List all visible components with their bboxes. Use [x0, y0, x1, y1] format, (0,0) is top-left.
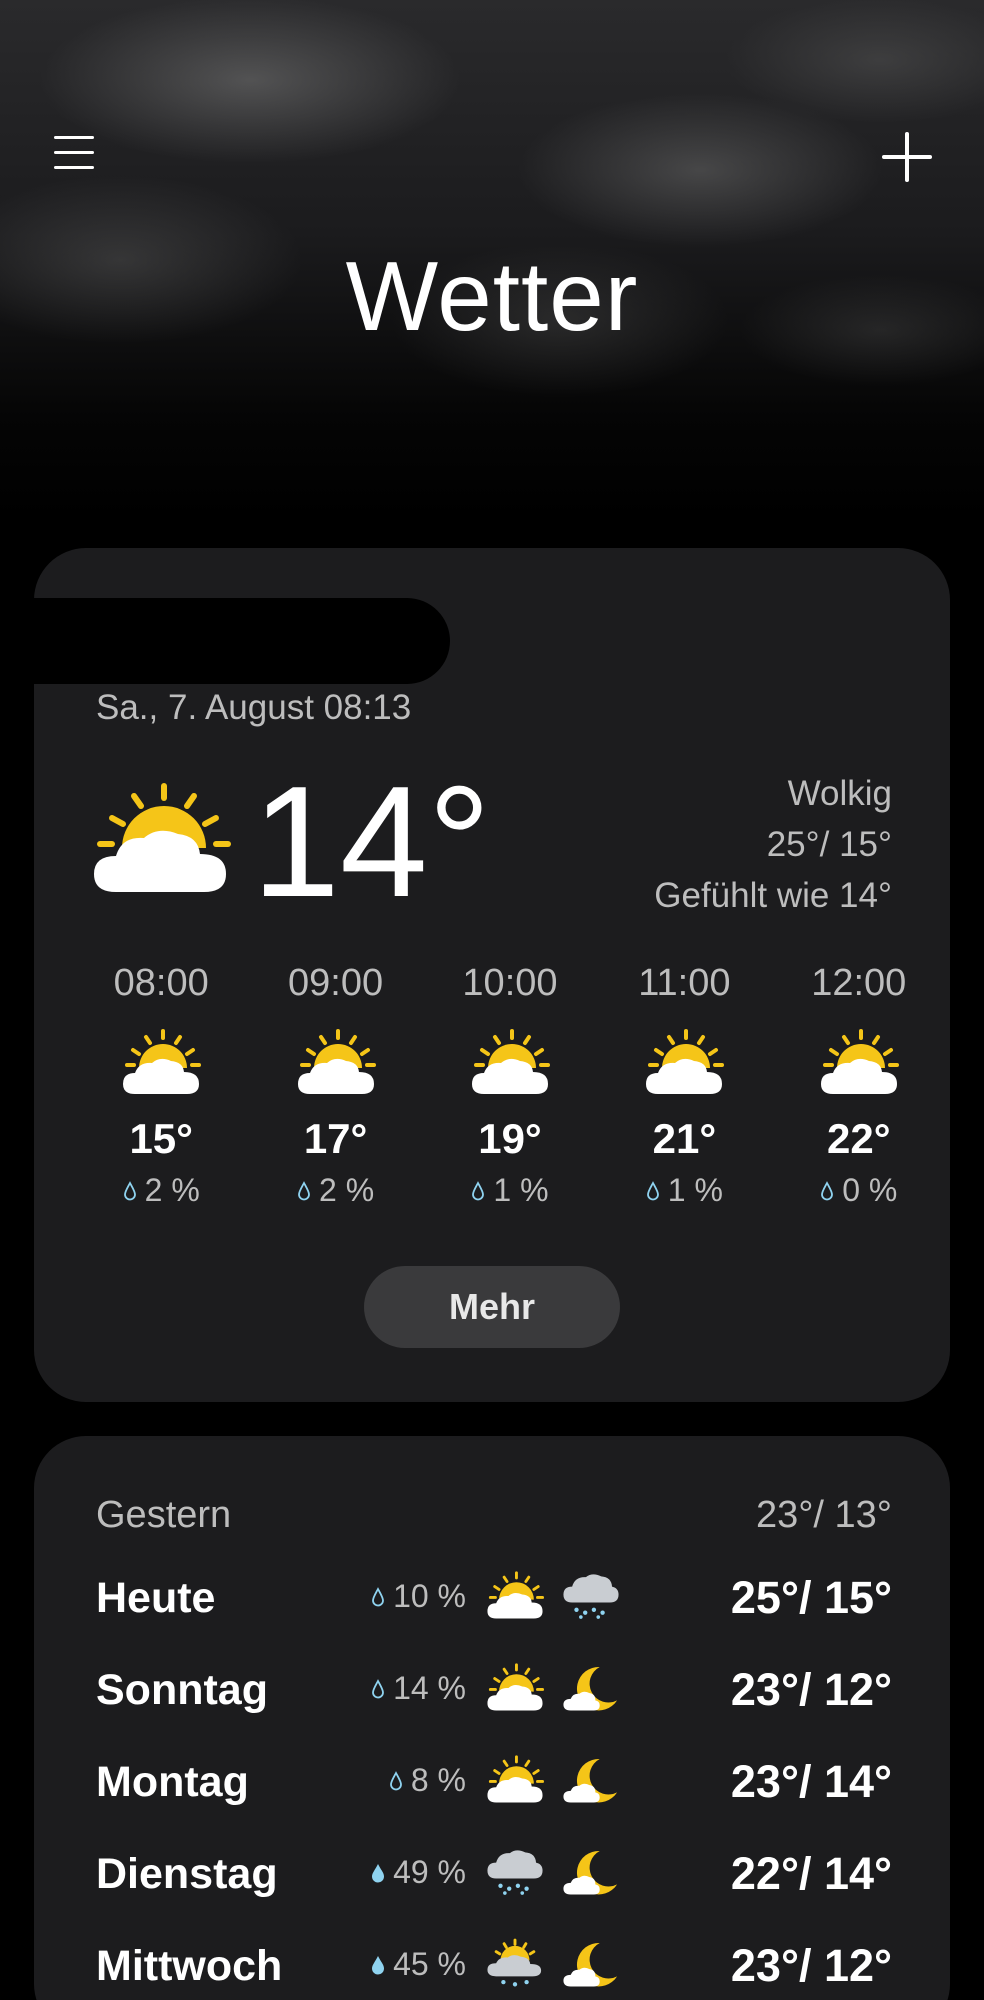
partly-sunny-icon: [121, 1028, 202, 1098]
hourly-forecast[interactable]: 08:00 15° 2 % 09:00 17° 2 % 10:00 19° 1 …: [74, 960, 946, 1209]
hour-time: 12:00: [811, 962, 907, 1004]
rain-cloud-icon: [562, 1570, 620, 1622]
precip-value: 49 %: [393, 1854, 466, 1890]
precip-value: 2 %: [144, 1172, 200, 1208]
partly-sunny-icon: [470, 1028, 550, 1098]
hour-temperature: 22°: [827, 1115, 891, 1162]
hour-temperature: 17°: [303, 1115, 368, 1162]
day-precipitation: 10 %: [371, 1578, 466, 1615]
partly-sunny-icon: [486, 1570, 544, 1622]
day-temperature-range: 25°/ 15°: [730, 1572, 892, 1623]
day-row[interactable]: Montag 8 % 23°/ 14°: [96, 1750, 892, 1820]
partly-sunny-icon: [296, 1028, 376, 1098]
hour-precipitation: 1 %: [471, 1172, 549, 1209]
yesterday-row: Gestern 23°/ 13°: [96, 1494, 892, 1537]
day-temperature-range: 23°/ 12°: [730, 1940, 892, 1991]
raindrop-icon: [371, 1578, 385, 1615]
day-precipitation: 14 %: [371, 1670, 466, 1707]
hourly-item: 12:00 22° 0 %: [772, 960, 946, 1209]
hour-precipitation: 1 %: [646, 1172, 723, 1209]
hour-temperature: 19°: [478, 1115, 542, 1162]
redacted-location: [34, 598, 450, 684]
day-precipitation: 49 %: [371, 1854, 466, 1891]
add-location-plus-icon[interactable]: [880, 130, 934, 184]
condition-block: Wolkig 25°/ 15° Gefühlt wie 14°: [654, 768, 892, 921]
day-row[interactable]: Dienstag 49 % 22°/ 14°: [96, 1842, 892, 1912]
yesterday-label: Gestern: [96, 1494, 232, 1536]
high-low-text: 25°/ 15°: [766, 825, 892, 864]
precip-value: 14 %: [393, 1670, 466, 1706]
partly-sunny-icon: [486, 1754, 544, 1806]
hour-time: 08:00: [113, 962, 209, 1004]
moon-cloud-icon: [562, 1938, 620, 1990]
partly-sunny-icon: [819, 1028, 899, 1098]
day-row[interactable]: Mittwoch 45 % 23°/ 12°: [96, 1934, 892, 2000]
day-row[interactable]: Sonntag 14 % 23°/ 12°: [96, 1658, 892, 1728]
day-name: Heute: [96, 1574, 216, 1622]
daily-forecast-card[interactable]: Gestern 23°/ 13° Heute 10 % 25°/ 15° Son…: [34, 1436, 950, 2000]
hour-time: 10:00: [462, 962, 558, 1004]
day-name: Dienstag: [96, 1850, 278, 1898]
current-weather-card[interactable]: Sa., 7. August 08:13 14° Wolkig 25°/ 15°…: [34, 548, 950, 1402]
rain-cloud-icon: [486, 1846, 544, 1898]
day-precipitation: 8 %: [389, 1762, 466, 1799]
precip-value: 1 %: [667, 1172, 723, 1208]
raindrop-icon: [389, 1762, 403, 1799]
moon-cloud-icon: [562, 1754, 620, 1806]
partly-sunny-icon: [486, 1662, 544, 1714]
day-temperature-range: 23°/ 12°: [730, 1664, 892, 1715]
raindrop-icon: [371, 1946, 385, 1983]
partly-sunny-icon: [94, 783, 231, 892]
day-row[interactable]: Heute 10 % 25°/ 15°: [96, 1566, 892, 1636]
day-name: Sonntag: [96, 1666, 268, 1714]
hour-temperature: 15°: [129, 1115, 193, 1162]
hour-precipitation: 2 %: [297, 1172, 374, 1209]
precip-value: 8 %: [410, 1762, 466, 1798]
day-temperature-range: 22°/ 14°: [730, 1848, 892, 1899]
day-temperature-range: 23°/ 14°: [730, 1756, 892, 1807]
hour-time: 09:00: [288, 962, 384, 1004]
precip-value: 0 %: [842, 1172, 898, 1208]
partly-sunny-icon: [644, 1028, 725, 1098]
current-datetime: Sa., 7. August 08:13: [96, 688, 412, 727]
app-title: Wetter: [345, 241, 639, 351]
raindrop-icon: [371, 1670, 385, 1707]
day-precipitation: 45 %: [371, 1946, 466, 1983]
hour-precipitation: 2 %: [123, 1172, 200, 1209]
yesterday-range: 23°/ 13°: [755, 1494, 892, 1536]
condition-text: Wolkig: [787, 774, 892, 813]
raindrop-icon: [646, 1172, 660, 1209]
hour-precipitation: 0 %: [820, 1172, 897, 1209]
precip-value: 1 %: [493, 1172, 549, 1208]
precip-value: 2 %: [319, 1172, 375, 1208]
raindrop-icon: [297, 1172, 311, 1209]
hour-temperature: 21°: [652, 1115, 717, 1162]
hourly-item: 10:00 19° 1 %: [423, 960, 597, 1209]
moon-cloud-icon: [562, 1662, 620, 1714]
raindrop-icon: [471, 1172, 485, 1209]
hamburger-menu-icon[interactable]: [52, 132, 98, 174]
hourly-item: 09:00 17° 2 %: [248, 960, 422, 1209]
hourly-item: 11:00 21° 1 %: [597, 960, 771, 1209]
hour-time: 11:00: [638, 962, 731, 1004]
hourly-item: 08:00 15° 2 %: [74, 960, 248, 1209]
moon-cloud-icon: [562, 1846, 620, 1898]
raindrop-icon: [820, 1172, 834, 1209]
more-button[interactable]: Mehr: [364, 1266, 620, 1348]
raindrop-icon: [123, 1172, 137, 1209]
precip-value: 45 %: [393, 1946, 466, 1982]
sun-rain-cloud-icon: [486, 1938, 544, 1990]
current-temperature: 14°: [252, 754, 491, 930]
feels-like-text: Gefühlt wie 14°: [654, 876, 892, 915]
day-name: Montag: [96, 1758, 249, 1806]
raindrop-icon: [371, 1854, 385, 1891]
day-name: Mittwoch: [96, 1942, 283, 1990]
precip-value: 10 %: [393, 1578, 466, 1614]
